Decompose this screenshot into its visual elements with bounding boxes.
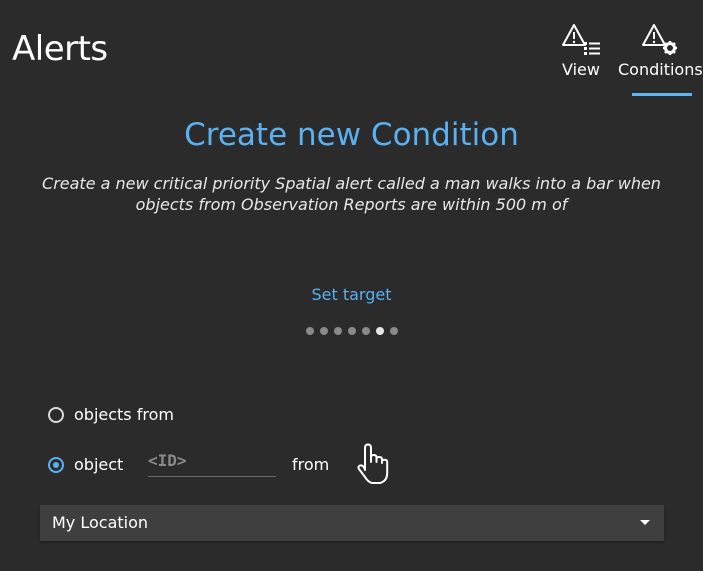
objects-from-label: objects from: [74, 405, 174, 424]
conditions-button[interactable]: Conditions: [618, 22, 703, 80]
location-select-value: My Location: [52, 513, 149, 532]
object-radio[interactable]: [48, 457, 64, 473]
chevron-down-icon: [640, 520, 650, 525]
step-dot[interactable]: [320, 327, 328, 335]
step-dot[interactable]: [334, 327, 342, 335]
objects-from-radio-option[interactable]: objects from: [48, 405, 174, 425]
active-tab-indicator: [632, 93, 692, 96]
step-dot[interactable]: [348, 327, 356, 335]
alerts-window: Alerts View Conditions Create new Condit…: [0, 0, 703, 571]
object-radio-option[interactable]: object: [48, 455, 123, 475]
hand-pointer-icon: [352, 443, 396, 490]
page-title: Alerts: [12, 29, 108, 69]
view-button-label: View: [562, 60, 600, 79]
step-dot[interactable]: [362, 327, 370, 335]
condition-heading: Create new Condition: [184, 117, 519, 153]
warning-gear-icon: [618, 22, 702, 58]
view-button[interactable]: View: [558, 22, 604, 80]
warning-list-icon: [558, 22, 604, 58]
objects-from-radio[interactable]: [48, 407, 64, 423]
location-select[interactable]: My Location: [40, 505, 664, 541]
step-dot-current[interactable]: [376, 327, 384, 335]
set-target-step-link[interactable]: Set target: [0, 285, 703, 305]
condition-description: Create a new critical priority Spatial a…: [42, 174, 661, 214]
step-indicator: [306, 327, 398, 335]
step-dot[interactable]: [390, 327, 398, 335]
object-label: object: [74, 455, 124, 474]
from-label: from: [292, 455, 330, 474]
step-dot[interactable]: [306, 327, 314, 335]
pick-object-button[interactable]: [352, 440, 396, 486]
conditions-button-label: Conditions: [618, 60, 703, 79]
object-id-input[interactable]: [148, 449, 276, 477]
